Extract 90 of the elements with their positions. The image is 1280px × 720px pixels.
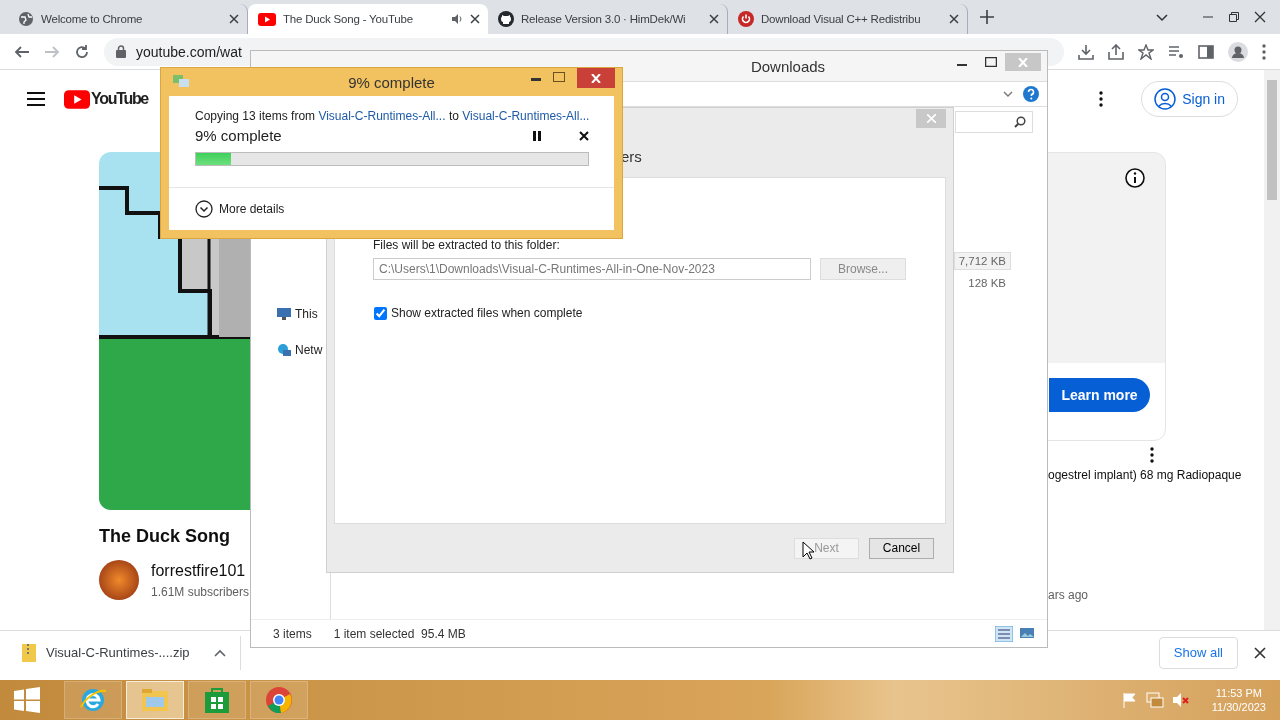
copy-icon <box>173 75 189 87</box>
show-all-button[interactable]: Show all <box>1158 636 1238 669</box>
close-button[interactable] <box>577 68 615 88</box>
video-title: The Duck Song <box>99 526 230 547</box>
help-icon[interactable] <box>1023 86 1039 102</box>
network-icon <box>1145 692 1164 708</box>
reload-icon[interactable] <box>74 43 90 60</box>
close-icon[interactable] <box>1254 646 1266 659</box>
folder-icon <box>140 687 170 713</box>
window-title: 9% complete <box>348 73 435 91</box>
info-icon[interactable] <box>1124 167 1146 189</box>
more-vertical-icon[interactable] <box>1099 91 1104 107</box>
globe-icon <box>18 11 34 27</box>
browser-tab[interactable]: The Duck Song - YouTube <box>248 4 488 34</box>
wizard-button[interactable]: Cancel <box>869 537 934 559</box>
start-windows-icon[interactable] <box>14 687 40 713</box>
close-icon[interactable] <box>949 14 959 24</box>
side-panel-icon[interactable] <box>1198 43 1214 60</box>
taskbar-app[interactable] <box>64 681 122 719</box>
target-link[interactable]: Visual-C-Runtimes-All... <box>462 109 590 123</box>
folder-label: Files will be extracted to this folder: <box>373 238 561 252</box>
caret-up-icon <box>213 648 226 657</box>
close-icon[interactable] <box>470 14 480 24</box>
learn-more-button[interactable]: Learn more <box>1049 378 1150 412</box>
more-details-toggle[interactable]: More details <box>169 188 614 230</box>
chrome-logo-icon <box>264 685 294 715</box>
user-circle-icon <box>1154 88 1177 110</box>
close-icon[interactable] <box>579 130 589 141</box>
checkbox[interactable] <box>374 306 387 320</box>
play-logo-icon <box>64 89 90 109</box>
nav-item[interactable]: Netw <box>277 343 330 357</box>
chevron-down-icon[interactable] <box>1156 11 1168 23</box>
plus-icon[interactable] <box>980 10 994 24</box>
share-icon[interactable] <box>1108 43 1124 60</box>
more-vertical-icon[interactable] <box>1150 447 1154 463</box>
close-icon[interactable] <box>709 14 719 24</box>
close-icon[interactable] <box>229 14 239 24</box>
pause-icon[interactable] <box>533 130 541 141</box>
play-logo-icon <box>258 12 276 26</box>
media-list-icon[interactable] <box>1168 43 1184 60</box>
close-icon[interactable] <box>1254 11 1266 23</box>
taskbar-app[interactable] <box>188 681 246 719</box>
monitor-icon <box>277 308 291 320</box>
channel-avatar <box>99 560 139 600</box>
source-link[interactable]: Visual-C-Runtimes-All... <box>318 109 446 123</box>
thumbnail-view-icon[interactable] <box>1019 625 1035 640</box>
details-view-icon[interactable] <box>995 625 1013 642</box>
taskbar-app[interactable] <box>250 681 308 719</box>
more-vertical-icon[interactable] <box>1262 43 1266 60</box>
speaker-icon[interactable] <box>451 13 463 25</box>
cat-logo-icon <box>498 11 514 27</box>
file-size: 128 KB <box>967 276 1007 291</box>
close-icon <box>926 114 936 123</box>
chevron-circle-icon <box>195 200 213 218</box>
network-globe-icon <box>277 343 291 357</box>
selection-info: 1 item selected 95.4 MB <box>333 626 466 641</box>
download-item[interactable]: Visual-C-Runtimes-....zip <box>22 635 241 670</box>
channel-name[interactable]: forrestfire101 <box>151 562 246 580</box>
upload-age: ars ago <box>1048 588 1089 602</box>
download-icon[interactable] <box>1078 43 1094 60</box>
lock-icon <box>116 45 126 58</box>
nav-item[interactable]: This <box>277 307 330 321</box>
search-icon <box>1014 116 1026 128</box>
copy-description: Copying 13 items from Visual-C-Runtimes-All... to Visual-C-Runtimes-All... <box>195 109 589 123</box>
checkbox-label: Show extracted files when complete <box>391 306 583 320</box>
store-bag-icon <box>204 686 230 714</box>
menu-icon[interactable] <box>26 91 46 107</box>
profile-icon[interactable] <box>1228 41 1248 62</box>
mouse-cursor-icon <box>802 541 815 560</box>
search-field[interactable] <box>955 111 1033 133</box>
maximize-icon[interactable] <box>985 57 997 67</box>
star-icon[interactable] <box>1138 43 1154 60</box>
chevron-down-icon[interactable] <box>1003 90 1013 98</box>
flag-icon <box>1121 692 1138 708</box>
ad-description: ogestrel implant) 68 mg Radiopaque <box>1048 468 1242 482</box>
progress-status: 9% complete <box>195 127 283 144</box>
muted-speaker-icon <box>1171 692 1190 708</box>
power-icon <box>738 11 754 27</box>
youtube-logo[interactable]: YouTube <box>64 89 148 109</box>
restore-icon[interactable] <box>1228 11 1240 23</box>
path-field[interactable]: C:\Users\1\Downloads\Visual-C-Runtimes-All-in-One-Nov-2023 <box>373 258 811 280</box>
subscriber-count: 1.61M subscribers <box>151 585 250 599</box>
item-count: 3 items <box>273 626 312 641</box>
close-icon <box>1018 57 1028 67</box>
scrollbar[interactable] <box>1264 70 1280 630</box>
file-size: 7,712 KB <box>953 252 1011 270</box>
close-icon <box>591 73 601 83</box>
back-arrow-icon[interactable] <box>14 43 30 60</box>
zip-file-icon <box>22 643 36 662</box>
sign-in-button[interactable]: Sign in <box>1141 81 1238 117</box>
